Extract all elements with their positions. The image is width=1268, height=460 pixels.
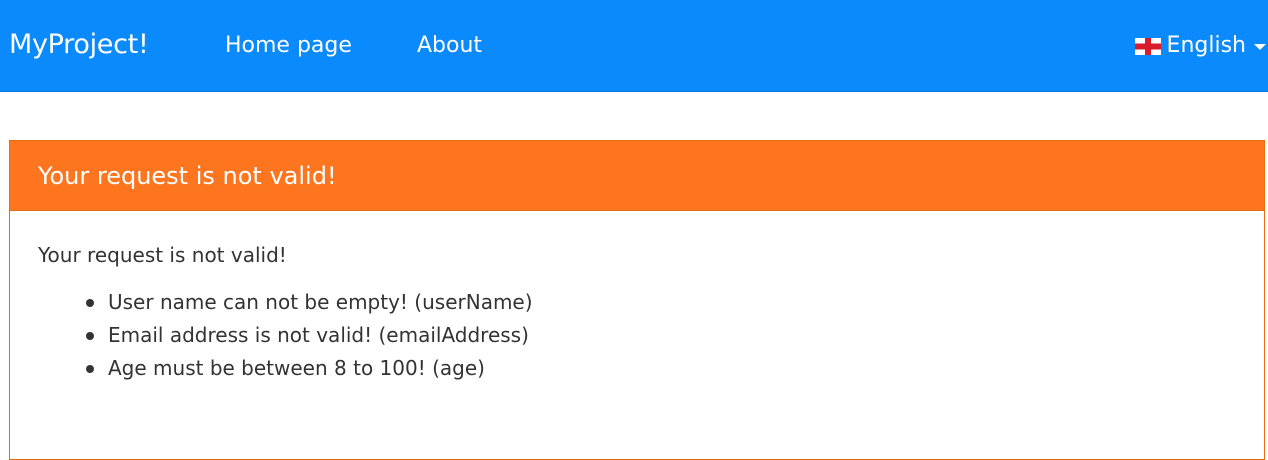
error-panel-heading: Your request is not valid! [10,141,1264,211]
brand-link[interactable]: MyProject! [9,25,149,65]
validation-error-item: User name can not be empty! (userName) [86,286,1264,319]
nav-home-page-link[interactable]: Home page [225,30,352,62]
england-flag-icon [1134,37,1161,55]
error-message: Your request is not valid! [38,243,287,267]
validation-error-list: User name can not be empty! (userName) E… [38,286,1264,385]
validation-error-item: Email address is not valid! (emailAddres… [86,319,1264,352]
validation-error-item: Age must be between 8 to 100! (age) [86,352,1264,385]
nav-about-link[interactable]: About [417,30,482,62]
caret-down-icon [1254,44,1266,50]
error-panel-body: Your request is not valid! User name can… [10,211,1264,385]
language-dropdown[interactable]: English [1134,30,1266,62]
language-label: English [1166,33,1246,58]
navbar: MyProject! Home page About English [0,0,1268,92]
error-panel: Your request is not valid! Your request … [9,140,1265,460]
